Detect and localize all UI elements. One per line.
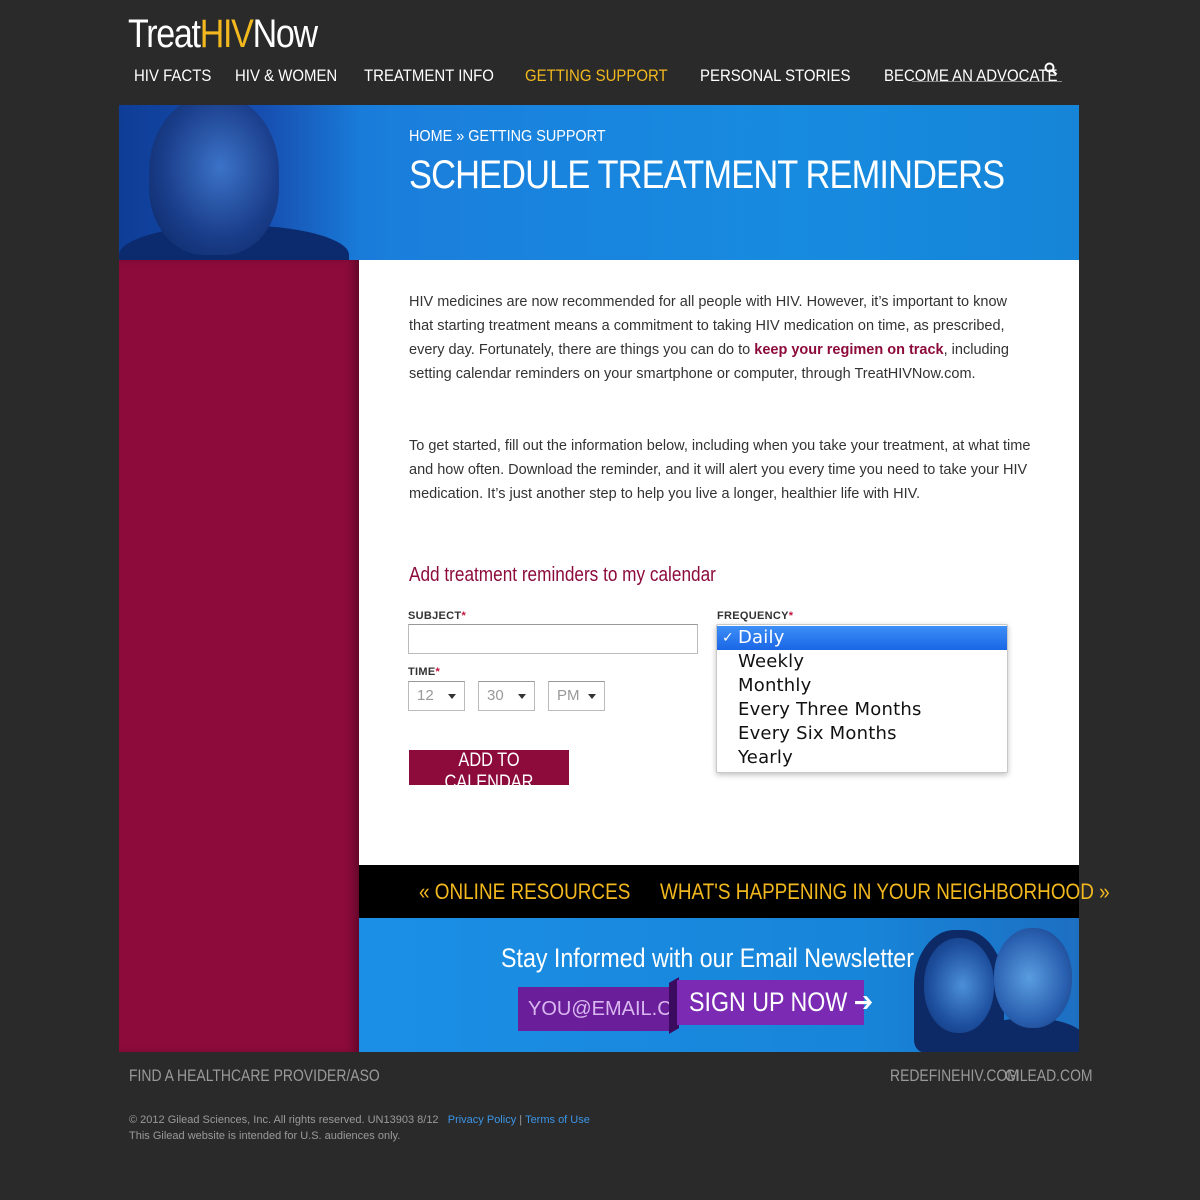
option-label: Yearly xyxy=(738,747,793,768)
required-mark: * xyxy=(461,610,467,622)
frequency-option-three-months[interactable]: Every Three Months xyxy=(717,698,1007,722)
nav-treatment-info[interactable]: TREATMENT INFO xyxy=(364,66,494,86)
minute-select[interactable]: 30 xyxy=(478,681,535,711)
redefinehiv-link[interactable]: REDEFINEHIV.COM xyxy=(890,1066,1019,1086)
chevron-down-icon xyxy=(518,694,526,699)
hour-value: 12 xyxy=(417,687,434,704)
chevron-down-icon xyxy=(588,694,596,699)
nav-hiv-facts[interactable]: HIV FACTS xyxy=(134,66,211,86)
ampm-select[interactable]: PM xyxy=(548,681,605,711)
copyright-text: © 2012 Gilead Sciences, Inc. All rights … xyxy=(129,1114,439,1126)
hour-select[interactable]: 12 xyxy=(408,681,465,711)
option-label: Daily xyxy=(738,627,785,648)
chevron-down-icon xyxy=(448,694,456,699)
option-label: Weekly xyxy=(738,651,805,672)
prev-online-resources-link[interactable]: « ONLINE RESOURCES xyxy=(419,879,630,905)
sign-up-button[interactable]: SIGN UP NOW ➔ xyxy=(677,980,873,1025)
subject-label-text: SUBJECT xyxy=(408,610,462,622)
option-label: Every Three Months xyxy=(738,699,922,720)
frequency-option-weekly[interactable]: Weekly xyxy=(717,650,1007,674)
logo-hiv: HIV xyxy=(199,12,254,56)
sidebar-panel xyxy=(119,260,359,1052)
hero-portrait xyxy=(119,105,359,260)
page-title: SCHEDULE TREATMENT REMINDERS xyxy=(409,153,1005,197)
terms-of-use-link[interactable]: Terms of Use xyxy=(525,1114,590,1126)
subject-label: SUBJECT* xyxy=(408,610,466,622)
main-content: HIV medicines are now recommended for al… xyxy=(359,260,1079,865)
frequency-dropdown[interactable]: ✓ Daily Weekly Monthly Every Three Months… xyxy=(716,624,1008,773)
checkmark-icon: ✓ xyxy=(722,630,734,646)
breadcrumb[interactable]: HOME » GETTING SUPPORT xyxy=(409,128,606,146)
subject-input[interactable] xyxy=(408,624,698,654)
search-input[interactable] xyxy=(912,60,1042,80)
option-label: Monthly xyxy=(738,675,812,696)
section-nav-strip: « ONLINE RESOURCES WHAT'S HAPPENING IN Y… xyxy=(359,865,1110,918)
woman-face xyxy=(924,938,994,1033)
ampm-value: PM xyxy=(557,687,580,704)
required-mark: * xyxy=(435,666,441,678)
nav-getting-support[interactable]: GETTING SUPPORT xyxy=(525,66,668,86)
newsletter-email-input[interactable] xyxy=(518,987,671,1031)
regimen-link[interactable]: keep your regimen on track xyxy=(754,342,943,358)
time-label: TIME* xyxy=(408,666,440,678)
link-separator: | xyxy=(519,1114,523,1126)
intro-paragraph: HIV medicines are now recommended for al… xyxy=(409,290,1034,386)
logo-treat: Treat xyxy=(128,12,201,56)
frequency-option-yearly[interactable]: Yearly xyxy=(717,746,1007,770)
sign-up-label: SIGN UP NOW ➔ xyxy=(689,987,874,1017)
search-icon[interactable] xyxy=(1044,62,1058,76)
nav-hiv-women[interactable]: HIV & WOMEN xyxy=(235,66,337,86)
add-to-calendar-button[interactable]: ADD TO CALENDAR xyxy=(409,750,569,793)
couple-photo xyxy=(914,918,1079,1052)
site-logo[interactable]: TreatHIVNow xyxy=(128,12,318,57)
newsletter-title: Stay Informed with our Email Newsletter xyxy=(501,943,914,973)
newsletter-banner: Stay Informed with our Email Newsletter … xyxy=(359,918,1079,1052)
frequency-option-monthly[interactable]: Monthly xyxy=(717,674,1007,698)
frequency-option-daily[interactable]: ✓ Daily xyxy=(717,626,1007,650)
portrait-face xyxy=(149,105,279,255)
hero-banner: HOME » GETTING SUPPORT SCHEDULE TREATMEN… xyxy=(119,105,1079,260)
option-label: Every Six Months xyxy=(738,723,897,744)
instructions-paragraph: To get started, fill out the information… xyxy=(409,438,1031,502)
frequency-label: FREQUENCY* xyxy=(717,610,793,622)
nav-personal-stories[interactable]: PERSONAL STORIES xyxy=(700,66,850,86)
legal-block: © 2012 Gilead Sciences, Inc. All rights … xyxy=(129,1112,590,1144)
required-mark: * xyxy=(788,610,794,622)
audience-notice: This Gilead website is intended for U.S.… xyxy=(129,1130,401,1142)
time-label-text: TIME xyxy=(408,666,436,678)
frequency-option-six-months[interactable]: Every Six Months xyxy=(717,722,1007,746)
find-provider-link[interactable]: FIND A HEALTHCARE PROVIDER/ASO xyxy=(129,1066,380,1086)
next-neighborhood-link[interactable]: WHAT'S HAPPENING IN YOUR NEIGHBORHOOD » xyxy=(660,879,1110,905)
man-face xyxy=(994,928,1072,1028)
gilead-link[interactable]: GILEAD.COM xyxy=(1005,1066,1093,1086)
form-heading: Add treatment reminders to my calendar xyxy=(409,564,716,586)
frequency-label-text: FREQUENCY xyxy=(717,610,789,622)
copyright-line: © 2012 Gilead Sciences, Inc. All rights … xyxy=(129,1112,590,1128)
search-box xyxy=(912,60,1062,82)
minute-value: 30 xyxy=(487,687,504,704)
add-to-calendar-label: ADD TO CALENDAR xyxy=(444,750,534,793)
logo-now: Now xyxy=(252,12,318,56)
privacy-policy-link[interactable]: Privacy Policy xyxy=(448,1114,516,1126)
